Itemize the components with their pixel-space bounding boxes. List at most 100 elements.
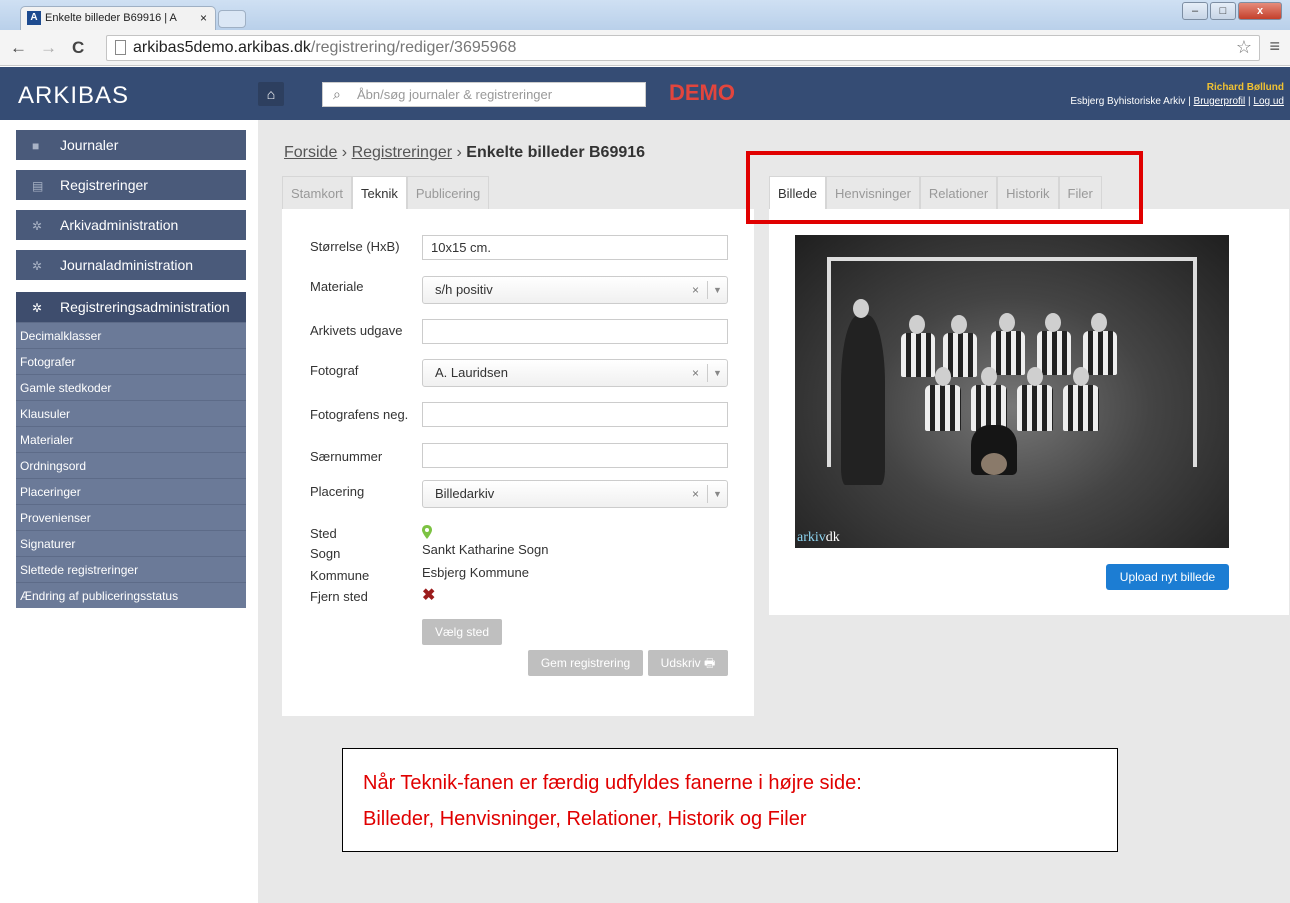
player-figure — [901, 333, 935, 377]
user-info: Richard Bøllund Esbjerg Byhistoriske Ark… — [1070, 81, 1284, 109]
coach-head — [853, 299, 869, 318]
placement-label: Placering — [310, 484, 365, 499]
sidebar-subitem-klausuler[interactable]: Klausuler — [16, 400, 246, 426]
material-label: Materiale — [310, 279, 364, 294]
gear-icon: ✲ — [32, 259, 43, 273]
player-figure — [991, 331, 1025, 375]
player-figure — [925, 385, 961, 431]
photographer-select[interactable]: A. Lauridsen × ▼ — [422, 359, 728, 387]
chevron-down-icon[interactable]: ▼ — [707, 364, 727, 382]
bookmark-star-icon[interactable]: ☆ — [1236, 37, 1252, 58]
breadcrumb-home[interactable]: Forside — [284, 144, 337, 161]
upload-image-button[interactable]: Upload nyt billede — [1106, 564, 1229, 590]
highlight-box — [746, 151, 1143, 224]
parish-value: Sankt Katharine Sogn — [422, 542, 549, 557]
tab-teknik[interactable]: Teknik — [352, 176, 407, 209]
breadcrumb-sep: › — [452, 144, 467, 161]
sidebar-subitem-materialer[interactable]: Materialer — [16, 426, 246, 452]
sidebar-item-journaladministration[interactable]: ✲ Journaladministration — [16, 250, 246, 280]
chevron-down-icon[interactable]: ▼ — [707, 485, 727, 503]
placement-select[interactable]: Billedarkiv × ▼ — [422, 480, 728, 508]
print-button[interactable]: Udskriv 🖶 — [648, 650, 728, 676]
sidebar-subitem-signaturer[interactable]: Signaturer — [16, 530, 246, 556]
home-icon[interactable]: ⌂ — [258, 82, 284, 106]
tab-close-icon[interactable]: × — [200, 7, 207, 29]
window-close-button[interactable]: x — [1238, 2, 1282, 20]
address-bar[interactable]: arkibas5demo.arkibas.dk/registrering/red… — [106, 35, 1260, 61]
forward-icon[interactable]: → — [40, 38, 57, 58]
org-name: Esbjerg Byhistoriske Arkiv | — [1070, 96, 1194, 107]
sidebar-subitem-gamle-stedkoder[interactable]: Gamle stedkoder — [16, 374, 246, 400]
new-tab-button[interactable] — [218, 10, 246, 28]
clear-icon[interactable]: × — [692, 481, 699, 507]
breadcrumb-registreringer[interactable]: Registreringer — [352, 144, 452, 161]
player-head — [1073, 367, 1089, 386]
special-number-label: Særnummer — [310, 449, 383, 464]
sidebar: ■ Journaler ▤ Registreringer ✲ Arkivadminis… — [0, 120, 258, 903]
sidebar-subitem-decimalklasser[interactable]: Decimalklasser — [16, 322, 246, 348]
url-path: /registrering/rediger/3695968 — [310, 39, 517, 56]
photographer-label: Fotograf — [310, 363, 359, 378]
sidebar-subitem-placeringer[interactable]: Placeringer — [16, 478, 246, 504]
sidebar-item-label: Journaladministration — [60, 257, 194, 273]
profile-link[interactable]: Brugerprofil — [1194, 96, 1246, 107]
sidebar-item-registreringer[interactable]: ▤ Registreringer — [16, 170, 246, 200]
player-head — [1045, 313, 1061, 332]
sidebar-item-label: Journaler — [60, 137, 119, 153]
remove-x-icon[interactable]: ✖ — [422, 585, 435, 605]
special-number-field[interactable] — [422, 443, 728, 468]
sidebar-subitem-publiceringsstatus[interactable]: Ændring af publiceringsstatus — [16, 582, 246, 608]
neg-field[interactable] — [422, 402, 728, 427]
arkibas-favicon-icon: A — [27, 11, 41, 25]
clear-icon[interactable]: × — [692, 360, 699, 386]
sidebar-subitem-provenienser[interactable]: Provenienser — [16, 504, 246, 530]
photographer-value: A. Lauridsen — [435, 365, 508, 380]
municipality-label: Kommune — [310, 568, 370, 583]
minimize-button[interactable]: – — [1182, 2, 1208, 20]
player-figure — [1083, 331, 1117, 375]
breadcrumb-current: Enkelte billeder B69916 — [466, 144, 646, 161]
ball — [981, 453, 1007, 475]
place-label: Sted — [310, 526, 337, 541]
app-header: ARKIBAS ⌂ ⌕ Åbn/søg journaler & registre… — [0, 67, 1290, 120]
sidebar-item-registreringsadministration[interactable]: ✲ Registreringsadministration — [16, 292, 246, 322]
map-marker-icon[interactable] — [422, 525, 432, 539]
tab-publicering[interactable]: Publicering — [406, 176, 490, 209]
player-figure — [1063, 385, 1099, 431]
demo-label: DEMO — [669, 80, 735, 105]
search-placeholder: Åbn/søg journaler & registreringer — [357, 87, 553, 102]
select-place-button[interactable]: Vælg sted — [422, 619, 502, 645]
logout-link[interactable]: Log ud — [1253, 96, 1284, 107]
breadcrumb-sep: › — [337, 144, 352, 161]
instruction-note: Når Teknik-fanen er færdig udfyldes fane… — [342, 748, 1118, 852]
reload-icon[interactable]: C — [72, 38, 84, 58]
browser-menu-icon[interactable]: ≡ — [1269, 36, 1280, 57]
tab-stamkort[interactable]: Stamkort — [282, 176, 353, 209]
coach-figure — [841, 315, 885, 485]
chevron-down-icon[interactable]: ▼ — [707, 281, 727, 299]
sidebar-item-label: Registreringer — [60, 177, 148, 193]
municipality-value: Esbjerg Kommune — [422, 565, 529, 580]
back-icon[interactable]: ← — [10, 38, 27, 58]
neg-label: Fotografens neg. — [310, 407, 409, 422]
search-input[interactable]: ⌕ Åbn/søg journaler & registreringer — [322, 82, 646, 107]
watermark-arkiv: arkiv — [797, 530, 826, 545]
arkibas-logo[interactable]: ARKIBAS — [18, 82, 129, 110]
player-head — [1027, 367, 1043, 386]
gear-icon: ✲ — [32, 301, 43, 315]
material-value: s/h positiv — [435, 282, 493, 297]
maximize-button[interactable]: □ — [1210, 2, 1236, 20]
player-head — [981, 367, 997, 386]
sidebar-subitem-slettede-registreringer[interactable]: Slettede registreringer — [16, 556, 246, 582]
sidebar-subitem-ordningsord[interactable]: Ordningsord — [16, 452, 246, 478]
size-field[interactable]: 10x15 cm. — [422, 235, 728, 260]
clear-icon[interactable]: × — [692, 277, 699, 303]
edition-field[interactable] — [422, 319, 728, 344]
browser-tab[interactable]: A Enkelte billeder B69916 | A × — [20, 6, 216, 30]
sidebar-subitem-fotografer[interactable]: Fotografer — [16, 348, 246, 374]
material-select[interactable]: s/h positiv × ▼ — [422, 276, 728, 304]
sidebar-item-journaler[interactable]: ■ Journaler — [16, 130, 246, 160]
player-head — [951, 315, 967, 334]
sidebar-item-arkivadministration[interactable]: ✲ Arkivadministration — [16, 210, 246, 240]
save-button[interactable]: Gem registrering — [528, 650, 643, 676]
